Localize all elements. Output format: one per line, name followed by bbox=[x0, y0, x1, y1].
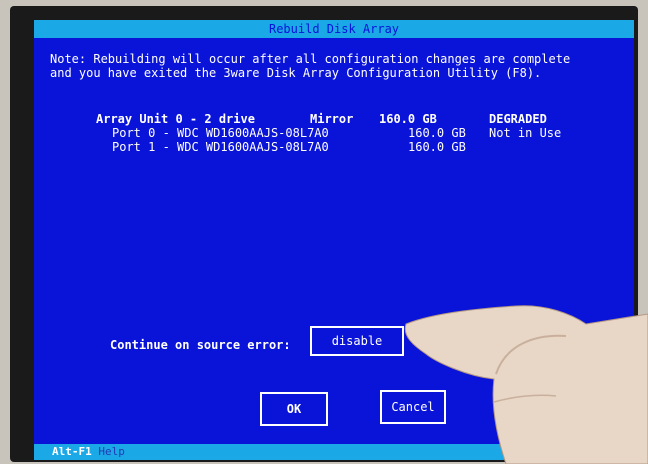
port-0-status: Not in Use bbox=[489, 126, 562, 140]
window-title: Rebuild Disk Array bbox=[34, 20, 634, 38]
port-0-name[interactable]: Port 0 - WDC WD1600AAJS-08L7A0 bbox=[112, 126, 329, 140]
array-type: Mirror bbox=[310, 112, 354, 126]
port-1-size: 160.0 GB bbox=[408, 140, 466, 154]
monitor-bezel: Rebuild Disk Array Note: Rebuilding will… bbox=[10, 6, 638, 462]
note-line-2: and you have exited the 3ware Disk Array… bbox=[50, 66, 542, 80]
rebuild-note: Note: Rebuilding will occur after all co… bbox=[50, 52, 610, 80]
cancel-button[interactable]: Cancel bbox=[380, 390, 446, 424]
continue-on-error-label: Continue on source error: bbox=[110, 338, 291, 352]
status-bar: Alt-F1 Help bbox=[34, 444, 634, 460]
help-label: Help bbox=[98, 445, 125, 458]
array-size: 160.0 GB bbox=[379, 112, 437, 126]
port-0-size: 160.0 GB bbox=[408, 126, 466, 140]
continue-on-error-select[interactable]: disable bbox=[310, 326, 404, 356]
port-1-name[interactable]: Port 1 - WDC WD1600AAJS-08L7A0 bbox=[112, 140, 329, 154]
array-unit-label[interactable]: Array Unit 0 - 2 drive bbox=[96, 112, 255, 126]
note-line-1: Note: Rebuilding will occur after all co… bbox=[50, 52, 571, 66]
ok-button[interactable]: OK bbox=[260, 392, 328, 426]
help-key[interactable]: Alt-F1 bbox=[52, 445, 92, 458]
array-status: DEGRADED bbox=[489, 112, 547, 126]
bios-screen: Rebuild Disk Array Note: Rebuilding will… bbox=[34, 20, 634, 460]
